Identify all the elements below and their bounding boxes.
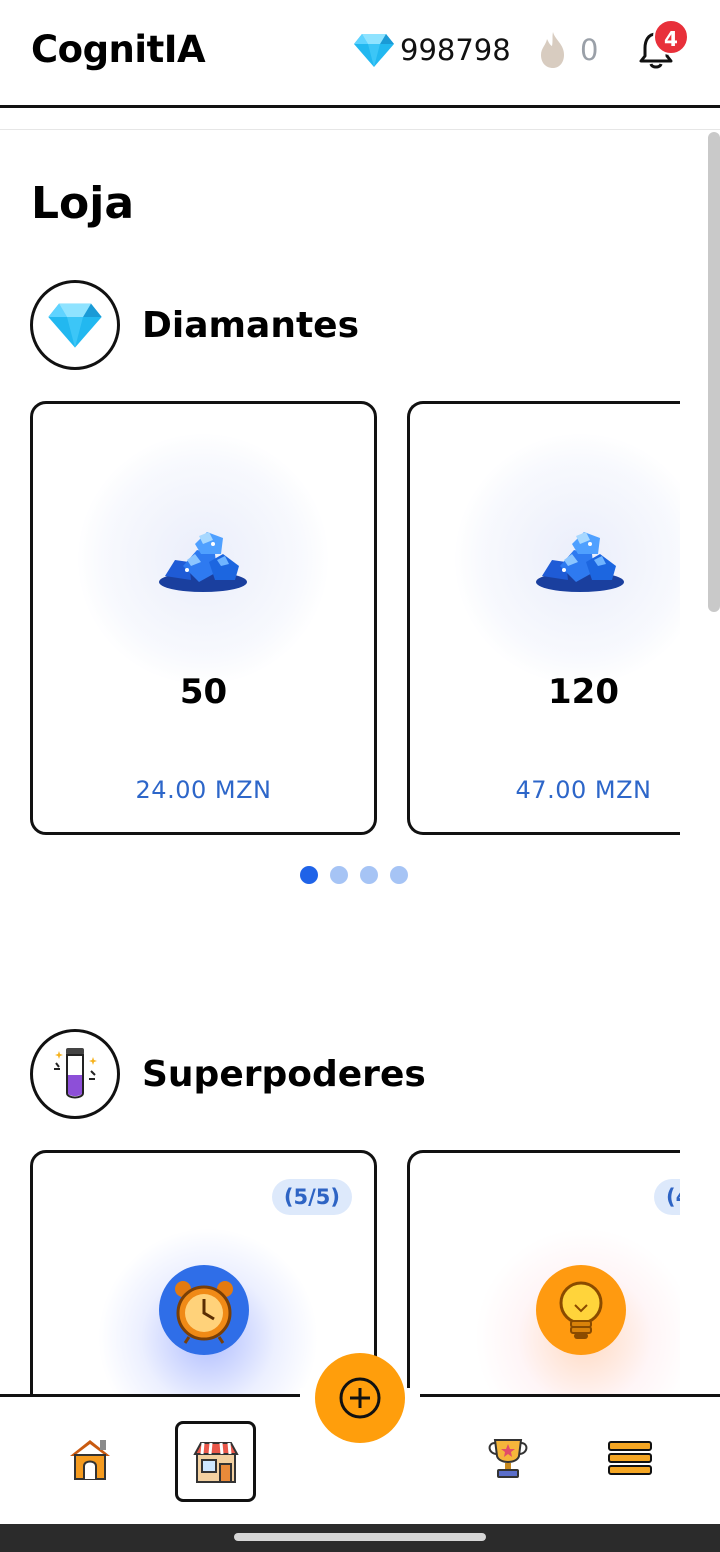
streak-counter[interactable]: 0 [536, 30, 598, 70]
usage-counter: (4 [654, 1179, 680, 1215]
divider [0, 129, 720, 130]
usage-counter: (5/5) [271, 1179, 352, 1215]
section-title: Diamantes [142, 304, 360, 346]
pack-amount: 120 [548, 672, 619, 712]
carousel-pagination[interactable] [300, 866, 408, 884]
diamond-pack-card[interactable]: 120 47.00 MZN [407, 401, 680, 835]
nav-shop[interactable] [175, 1421, 256, 1502]
potion-icon [54, 1048, 97, 1099]
pagination-dot[interactable] [390, 866, 408, 884]
diamond-icon [354, 34, 394, 67]
top-bar: CognitIA 998798 0 4 [0, 0, 720, 108]
diamond-section-icon [30, 280, 120, 370]
pagination-dot[interactable] [330, 866, 348, 884]
page-title: Loja [31, 178, 135, 229]
nav-menu[interactable] [600, 1428, 660, 1488]
flame-icon [541, 32, 564, 68]
gem-pile-icon [536, 532, 624, 592]
nav-ranking[interactable] [478, 1428, 538, 1488]
shop-icon [192, 1441, 239, 1483]
gem-pile-icon [159, 532, 247, 592]
scrollbar[interactable] [708, 132, 720, 612]
section-title: Superpoderes [142, 1053, 426, 1095]
pack-amount: 50 [179, 672, 228, 712]
notification-badge: 4 [653, 19, 689, 55]
pack-price: 24.00 MZN [135, 776, 272, 804]
diamond-icon [48, 303, 102, 348]
potion-section-icon [30, 1029, 120, 1119]
alarm-clock-icon [159, 1265, 249, 1355]
menu-icon [608, 1441, 652, 1475]
home-gesture-bar[interactable] [234, 1533, 486, 1541]
pagination-dot[interactable] [300, 866, 318, 884]
diamonds-section-header: Diamantes [30, 280, 359, 370]
add-button[interactable] [315, 1353, 405, 1443]
streak-count: 0 [580, 33, 599, 67]
light-bulb-icon [536, 1265, 626, 1355]
diamond-pack-card[interactable]: 50 24.00 MZN [30, 401, 377, 835]
home-icon [70, 1440, 110, 1480]
gem-balance[interactable]: 998798 [354, 32, 511, 68]
app-title: CognitIA [31, 28, 206, 71]
plus-circle-icon [339, 1377, 381, 1419]
superpower-card[interactable]: (4 [407, 1150, 680, 1410]
gem-count: 998798 [400, 33, 511, 67]
pagination-dot[interactable] [360, 866, 378, 884]
trophy-icon [488, 1439, 528, 1478]
diamond-packs-carousel[interactable]: 50 24.00 MZN 120 47.00 MZN [30, 401, 680, 837]
superpowers-section-header: Superpoderes [30, 1029, 426, 1119]
nav-home[interactable] [60, 1428, 120, 1488]
pack-price: 47.00 MZN [515, 776, 652, 804]
